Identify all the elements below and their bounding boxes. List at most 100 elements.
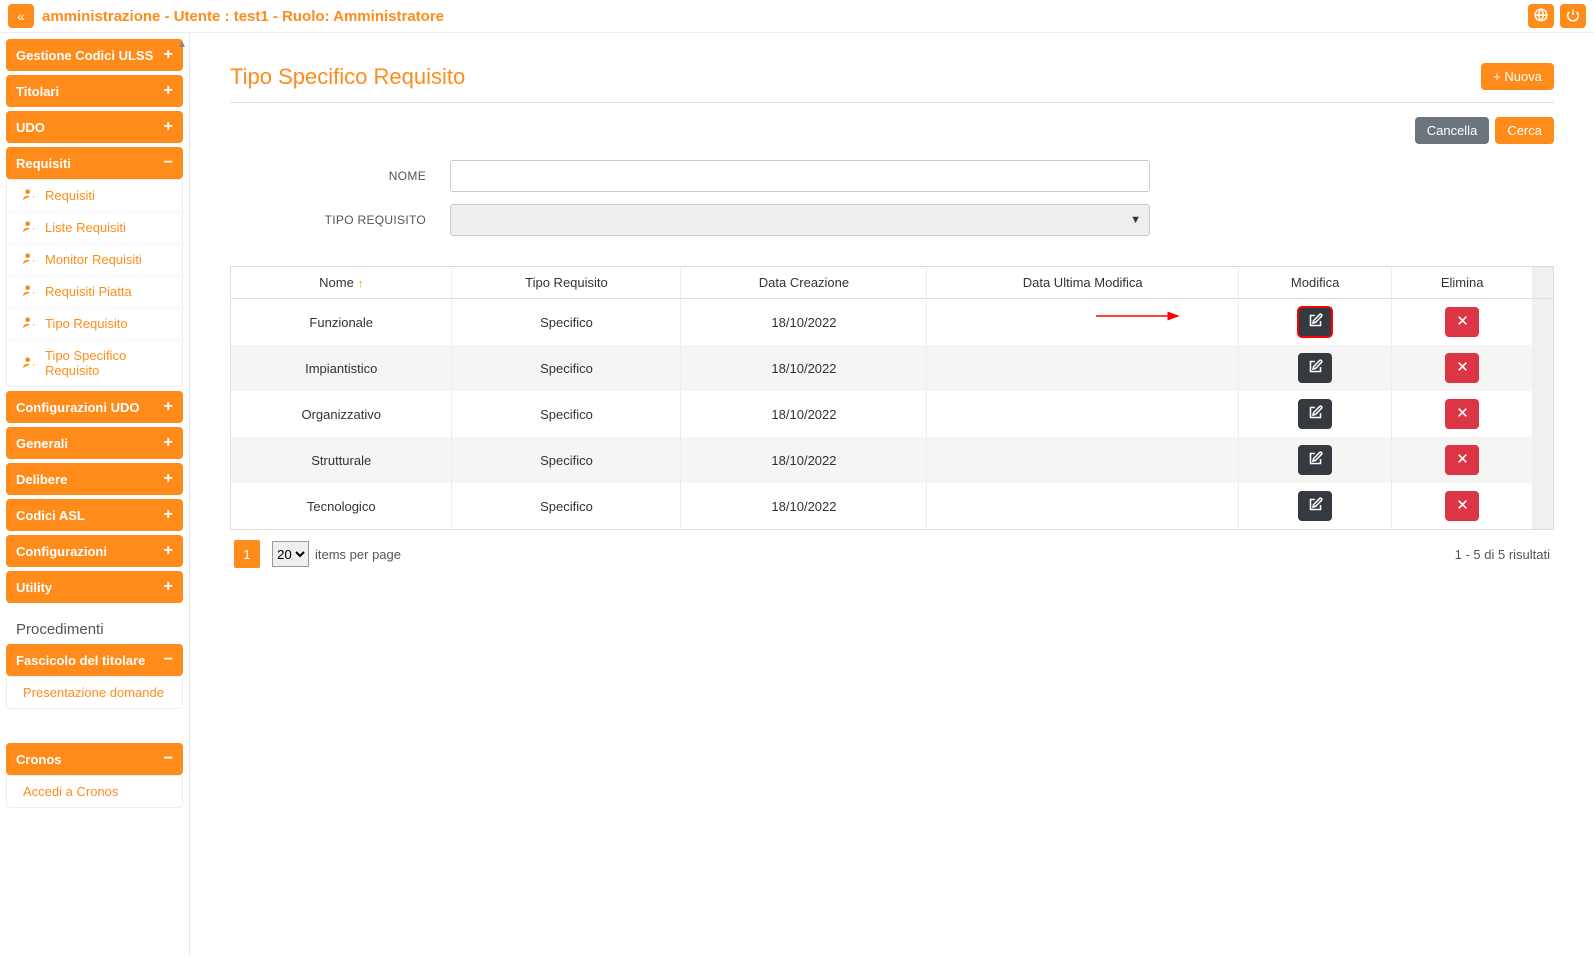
tipo-requisito-label: TIPO REQUISITO bbox=[230, 213, 450, 227]
edit-button[interactable] bbox=[1298, 307, 1332, 337]
col-elimina[interactable]: Elimina bbox=[1392, 267, 1533, 299]
cell: Specifico bbox=[452, 437, 681, 483]
plus-icon: + bbox=[164, 507, 173, 523]
page-title: Tipo Specifico Requisito bbox=[230, 64, 465, 90]
col-nome[interactable]: Nome↑ bbox=[231, 267, 452, 299]
nav-group-label: Gestione Codici ULSS bbox=[16, 48, 153, 63]
logout-button[interactable] bbox=[1560, 4, 1586, 28]
nav-group-label: Generali bbox=[16, 436, 68, 451]
delete-button[interactable] bbox=[1445, 399, 1479, 429]
minus-icon: − bbox=[164, 652, 173, 668]
cell: 18/10/2022 bbox=[681, 437, 927, 483]
nav-sub-tipo-specifico-requisito[interactable]: Tipo Specifico Requisito bbox=[7, 340, 182, 386]
cell-delete bbox=[1392, 391, 1533, 437]
cell: Specifico bbox=[452, 391, 681, 437]
nav-sub-accedi-a-cronos[interactable]: Accedi a Cronos bbox=[7, 776, 182, 807]
minus-icon: − bbox=[164, 751, 173, 767]
nav-sub-liste-requisiti[interactable]: Liste Requisiti bbox=[7, 212, 182, 244]
nav-sub-monitor-requisiti[interactable]: Monitor Requisiti bbox=[7, 244, 182, 276]
page-number[interactable]: 1 bbox=[234, 540, 260, 568]
cell: Specifico bbox=[452, 483, 681, 529]
delete-button[interactable] bbox=[1445, 491, 1479, 521]
sidebar-collapse-button[interactable]: « bbox=[8, 4, 34, 28]
user-edit-icon bbox=[23, 220, 37, 235]
nav-group-label: Titolari bbox=[16, 84, 59, 99]
edit-icon bbox=[1308, 313, 1323, 331]
nav-sub-tipo-requisito[interactable]: Tipo Requisito bbox=[7, 308, 182, 340]
nav-group-generali[interactable]: Generali+ bbox=[6, 427, 183, 459]
nav-sub-label: Tipo Specifico Requisito bbox=[45, 348, 172, 378]
nav-group-gestione-codici-ulss[interactable]: Gestione Codici ULSS + bbox=[6, 39, 183, 71]
minus-icon: − bbox=[164, 155, 173, 171]
col-modifica[interactable]: Modifica bbox=[1238, 267, 1391, 299]
close-icon bbox=[1456, 406, 1469, 422]
plus-icon: + bbox=[1493, 69, 1504, 84]
cell: 18/10/2022 bbox=[681, 483, 927, 529]
nav-group-label: Configurazioni bbox=[16, 544, 107, 559]
nav-group-label: Utility bbox=[16, 580, 52, 595]
cell: 18/10/2022 bbox=[681, 345, 927, 391]
cell: Tecnologico bbox=[231, 483, 452, 529]
table-row: ImpiantisticoSpecifico18/10/2022 bbox=[231, 345, 1553, 391]
nome-input[interactable] bbox=[450, 160, 1150, 192]
nav-sub-requisiti-piatta[interactable]: Requisiti Piatta bbox=[7, 276, 182, 308]
nav-group-cronos[interactable]: Cronos − bbox=[6, 743, 183, 775]
cell-delete bbox=[1392, 483, 1533, 529]
nav-group-configurazioni-udo[interactable]: Configurazioni UDO + bbox=[6, 391, 183, 423]
edit-icon bbox=[1308, 405, 1323, 423]
cell: 18/10/2022 bbox=[681, 299, 927, 346]
nav-group-label: Configurazioni UDO bbox=[16, 400, 140, 415]
scroll-col bbox=[1533, 391, 1554, 437]
pager: 1 20 items per page 1 - 5 di 5 risultati bbox=[230, 530, 1554, 578]
tipo-requisito-select[interactable]: ▼ bbox=[450, 204, 1150, 236]
nav-sub-cronos: Accedi a Cronos bbox=[6, 775, 183, 808]
plus-icon: + bbox=[164, 119, 173, 135]
table-row: StrutturaleSpecifico18/10/2022 bbox=[231, 437, 1553, 483]
nav-group-label: Cronos bbox=[16, 752, 62, 767]
page-size-select[interactable]: 20 bbox=[272, 541, 309, 567]
delete-button[interactable] bbox=[1445, 353, 1479, 383]
globe-button[interactable] bbox=[1528, 4, 1554, 28]
col-tipo-requisito[interactable]: Tipo Requisito bbox=[452, 267, 681, 299]
table-row: FunzionaleSpecifico18/10/2022 bbox=[231, 299, 1553, 346]
nav-group-utility[interactable]: Utility+ bbox=[6, 571, 183, 603]
nav-group-udo[interactable]: UDO+ bbox=[6, 111, 183, 143]
close-icon bbox=[1456, 452, 1469, 468]
nav-group-delibere[interactable]: Delibere+ bbox=[6, 463, 183, 495]
user-edit-icon bbox=[23, 252, 37, 267]
nav-sub-requisiti[interactable]: Requisiti bbox=[7, 180, 182, 212]
results-table: Nome↑Tipo RequisitoData CreazioneData Ul… bbox=[230, 266, 1554, 530]
new-button[interactable]: + Nuova bbox=[1481, 63, 1554, 90]
delete-button[interactable] bbox=[1445, 307, 1479, 337]
results-count: 1 - 5 di 5 risultati bbox=[1455, 547, 1550, 562]
per-page-label: items per page bbox=[315, 547, 401, 562]
delete-button[interactable] bbox=[1445, 445, 1479, 475]
search-button[interactable]: Cerca bbox=[1495, 117, 1554, 144]
globe-icon bbox=[1534, 8, 1548, 25]
col-data-ultima-modifica[interactable]: Data Ultima Modifica bbox=[927, 267, 1238, 299]
nav-group-configurazioni[interactable]: Configurazioni + bbox=[6, 535, 183, 567]
plus-icon: + bbox=[164, 543, 173, 559]
edit-button[interactable] bbox=[1298, 353, 1332, 383]
sort-asc-icon: ↑ bbox=[358, 278, 364, 290]
cancel-button[interactable]: Cancella bbox=[1415, 117, 1490, 144]
table-row: OrganizzativoSpecifico18/10/2022 bbox=[231, 391, 1553, 437]
nav-sub-label: Accedi a Cronos bbox=[23, 784, 118, 799]
plus-icon: + bbox=[164, 399, 173, 415]
nav-group-requisiti[interactable]: Requisiti− bbox=[6, 147, 183, 179]
edit-button[interactable] bbox=[1298, 399, 1332, 429]
plus-icon: + bbox=[164, 471, 173, 487]
nav-group-fascicolo-del-titolare[interactable]: Fascicolo del titolare− bbox=[6, 644, 183, 676]
table-row: TecnologicoSpecifico18/10/2022 bbox=[231, 483, 1553, 529]
user-edit-icon bbox=[23, 356, 37, 371]
plus-icon: + bbox=[164, 47, 173, 63]
nav-group-titolari[interactable]: Titolari+ bbox=[6, 75, 183, 107]
nav-sub-presentazione-domande[interactable]: Presentazione domande bbox=[7, 677, 182, 708]
edit-button[interactable] bbox=[1298, 491, 1332, 521]
col-data-creazione[interactable]: Data Creazione bbox=[681, 267, 927, 299]
cell bbox=[927, 437, 1238, 483]
nav-sub-label: Tipo Requisito bbox=[45, 316, 128, 331]
edit-button[interactable] bbox=[1298, 445, 1332, 475]
cell-delete bbox=[1392, 299, 1533, 346]
nav-group-codici-asl[interactable]: Codici ASL+ bbox=[6, 499, 183, 531]
